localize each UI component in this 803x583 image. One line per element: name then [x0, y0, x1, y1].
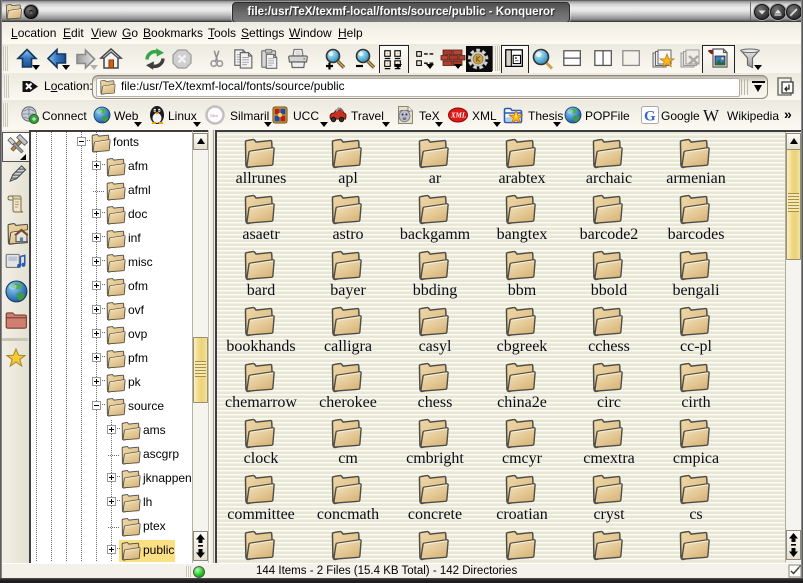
svg-text:W: W: [703, 106, 720, 125]
svg-text:G: G: [644, 109, 656, 125]
svg-text:XML: XML: [450, 112, 466, 120]
svg-text:Silm: Silm: [210, 113, 218, 118]
